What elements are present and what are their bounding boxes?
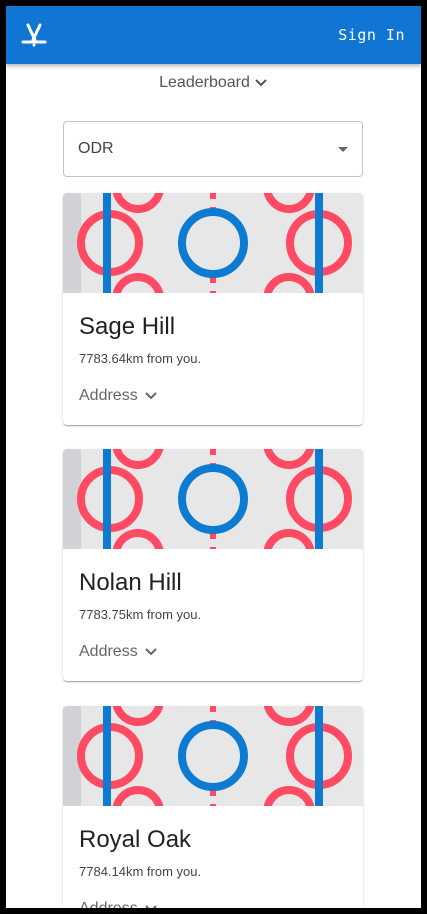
chevron-down-icon	[255, 79, 267, 87]
app-frame: Sign In Leaderboard ODR Sage Hill 7783.6…	[6, 6, 421, 908]
app-bar: Sign In	[6, 6, 421, 64]
rink-card[interactable]: Nolan Hill 7783.75km from you. Address	[63, 449, 363, 681]
filter-value: ODR	[78, 140, 114, 157]
rink-name: Nolan Hill	[79, 569, 182, 596]
rink-name: Sage Hill	[79, 313, 176, 340]
rink-name: Royal Oak	[79, 826, 192, 853]
leaderboard-toggle[interactable]: Leaderboard	[6, 74, 421, 92]
rink-filter-select[interactable]: ODR	[63, 121, 363, 177]
rink-card[interactable]: Sage Hill 7783.64km from you. Address	[63, 193, 363, 425]
rink-distance: 7783.64km from you.	[79, 351, 202, 366]
sign-in-button[interactable]: Sign In	[338, 26, 405, 44]
rink-image	[63, 449, 363, 549]
dropdown-arrow-icon	[338, 146, 348, 152]
chevron-down-icon	[144, 648, 157, 656]
address-toggle[interactable]: Address	[79, 900, 158, 908]
rink-image	[63, 193, 363, 293]
rink-image	[63, 706, 363, 806]
chevron-down-icon	[144, 392, 157, 400]
rink-distance: 7783.75km from you.	[79, 607, 202, 622]
hockey-sticks-icon[interactable]	[20, 23, 48, 47]
address-label: Address	[79, 643, 138, 660]
address-label: Address	[79, 387, 138, 404]
rink-distance: 7784.14km from you.	[79, 864, 202, 879]
chevron-down-icon	[144, 905, 157, 908]
rink-card[interactable]: Royal Oak 7784.14km from you. Address	[63, 706, 363, 908]
address-toggle[interactable]: Address	[79, 643, 158, 661]
address-label: Address	[79, 900, 138, 908]
address-toggle[interactable]: Address	[79, 387, 158, 405]
leaderboard-label: Leaderboard	[159, 74, 250, 91]
